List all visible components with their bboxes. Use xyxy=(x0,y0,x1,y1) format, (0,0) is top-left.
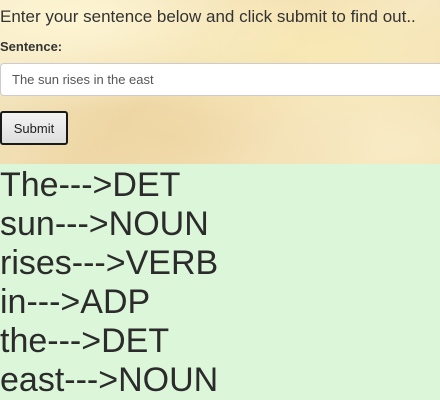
results-panel: The--->DET sun--->NOUN rises--->VERB in-… xyxy=(0,164,440,400)
submit-button[interactable]: Submit xyxy=(0,111,68,145)
result-line: the--->DET xyxy=(0,322,170,360)
result-line: in--->ADP xyxy=(0,283,151,321)
intro-text: Enter your sentence below and click subm… xyxy=(0,7,416,26)
result-line: The--->DET xyxy=(0,166,181,204)
result-line: rises--->VERB xyxy=(0,244,219,282)
result-line: east--->NOUN xyxy=(0,361,219,399)
result-line: sun--->NOUN xyxy=(0,205,209,243)
page: Enter your sentence below and click subm… xyxy=(0,0,440,400)
sentence-input[interactable] xyxy=(0,63,440,96)
sentence-label: Sentence: xyxy=(0,39,63,54)
form-panel: Enter your sentence below and click subm… xyxy=(0,0,440,164)
